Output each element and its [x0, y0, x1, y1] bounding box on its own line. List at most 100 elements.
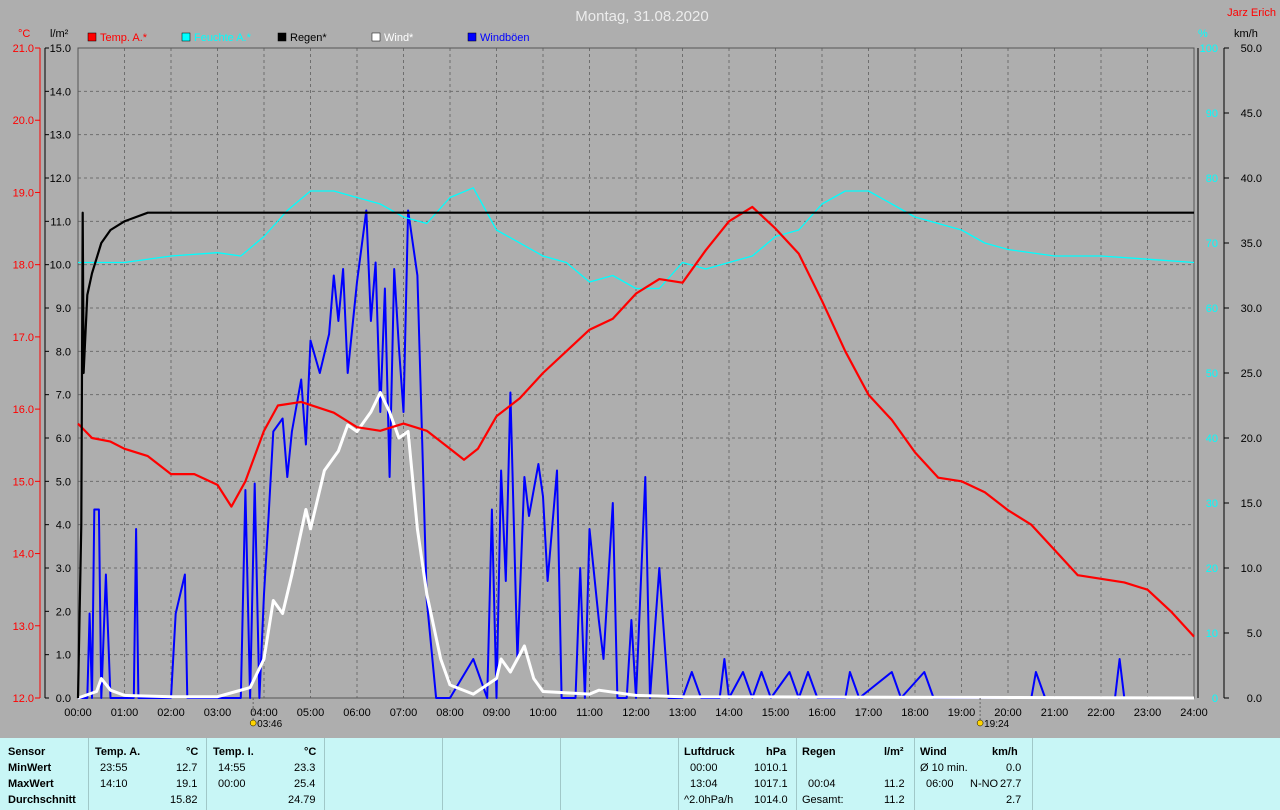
wind-tick-label: 45.0	[1241, 108, 1262, 120]
humidity-tick-label: 90	[1206, 108, 1218, 120]
rain-axis-unit: l/m²	[50, 28, 69, 40]
wind-tick-label: 20.0	[1241, 433, 1262, 445]
x-tick-label: 00:00	[64, 707, 92, 719]
rain-t2: 00:04	[808, 778, 836, 790]
x-tick-label: 16:00	[808, 707, 836, 719]
wind-axis-unit: km/h	[1234, 28, 1258, 40]
rain-v3: 11.2	[884, 794, 905, 806]
humidity-tick-label: 10	[1206, 628, 1218, 640]
x-tick-label: 20:00	[994, 707, 1022, 719]
pressure-v3: 1014.0	[754, 794, 788, 806]
x-tick-label: 14:00	[715, 707, 743, 719]
rain-tick-label: 2.0	[56, 606, 71, 618]
wind-tick-label: 40.0	[1241, 173, 1262, 185]
x-tick-label: 10:00	[529, 707, 557, 719]
wind-d2: N-NO	[970, 778, 999, 790]
humidity-tick-label: 80	[1206, 173, 1218, 185]
temp-tick-label: 17.0	[13, 332, 34, 344]
x-tick-label: 02:00	[157, 707, 185, 719]
stats-header-sensor: Sensor	[8, 746, 46, 758]
pressure-t1: 00:00	[690, 762, 718, 774]
temp-i-min: 23.3	[294, 762, 316, 774]
temp-a-header: Temp. A.	[95, 746, 141, 758]
temp-i-max-time: 00:00	[218, 778, 246, 790]
humidity-axis-unit: %	[1198, 28, 1208, 40]
temp-a-avg: 15.82	[170, 794, 198, 806]
temp-a-max: 19.1	[176, 778, 198, 790]
chart-title: Montag, 31.08.2020	[575, 8, 708, 25]
rain-tick-label: 1.0	[56, 650, 71, 662]
wind-v1: 0.0	[1006, 762, 1022, 774]
x-tick-label: 23:00	[1134, 707, 1162, 719]
x-tick-label: 22:00	[1087, 707, 1115, 719]
temp-tick-label: 13.0	[13, 621, 34, 633]
wind-v3: 2.7	[1006, 794, 1022, 806]
wind-l1: Ø 10 min.	[920, 762, 968, 774]
x-tick-label: 03:00	[204, 707, 232, 719]
rain-v2: 11.2	[884, 778, 905, 790]
sunset-time: 19:24	[984, 719, 1009, 730]
stats-panel: Sensor MinWert MaxWert Durchschnitt Temp…	[0, 738, 1280, 810]
rain-tick-label: 4.0	[56, 520, 71, 532]
temp-tick-label: 21.0	[13, 43, 34, 55]
temp-a-unit: °C	[186, 746, 199, 758]
x-tick-label: 04:00	[250, 707, 278, 719]
temp-tick-label: 19.0	[13, 187, 34, 199]
rain-tick-label: 0.0	[56, 693, 71, 705]
temp-tick-label: 15.0	[13, 476, 34, 488]
temp-tick-label: 20.0	[13, 115, 34, 127]
x-tick-label: 05:00	[297, 707, 325, 719]
x-tick-label: 08:00	[436, 707, 464, 719]
rain-t3: Gesamt:	[802, 794, 844, 806]
sunrise-icon	[249, 719, 257, 727]
rain-tick-label: 7.0	[56, 390, 71, 402]
temp-tick-label: 12.0	[13, 693, 34, 705]
temp-tick-label: 16.0	[13, 404, 34, 416]
rain-tick-label: 13.0	[50, 130, 71, 142]
humidity-tick-label: 70	[1206, 238, 1218, 250]
legend-swatch	[467, 32, 477, 42]
wind-tick-label: 0.0	[1247, 693, 1262, 705]
x-tick-label: 18:00	[901, 707, 929, 719]
humidity-tick-label: 60	[1206, 303, 1218, 315]
wind-unit: km/h	[992, 746, 1018, 758]
temp-a-min-time: 23:55	[100, 762, 128, 774]
wind-tick-label: 5.0	[1247, 628, 1262, 640]
temp-i-min-time: 14:55	[218, 762, 246, 774]
wind-header: Wind	[920, 746, 947, 758]
x-tick-label: 19:00	[948, 707, 976, 719]
humidity-tick-label: 40	[1206, 433, 1218, 445]
wind-tick-label: 25.0	[1241, 368, 1262, 380]
legend-label: Feuchte A.*	[194, 32, 252, 44]
stats-row-avg: Durchschnitt	[8, 794, 76, 806]
legend-label: Windböen	[480, 32, 530, 44]
x-tick-label: 01:00	[111, 707, 139, 719]
temp-i-max: 25.4	[294, 778, 316, 790]
rain-tick-label: 10.0	[50, 260, 71, 272]
stats-row-max: MaxWert	[8, 778, 54, 790]
rain-tick-label: 3.0	[56, 563, 71, 575]
legend-label: Regen*	[290, 32, 327, 44]
weather-chart: Montag, 31.08.2020 Jarz Erich °C l/m² % …	[0, 0, 1280, 738]
pressure-t2: 13:04	[690, 778, 718, 790]
x-tick-label: 11:00	[576, 707, 603, 719]
temp-a-min: 12.7	[176, 762, 198, 774]
pressure-v2: 1017.1	[754, 778, 788, 790]
pressure-header: Luftdruck	[684, 746, 735, 758]
humidity-tick-label: 0	[1212, 693, 1218, 705]
rain-tick-label: 11.0	[50, 216, 71, 228]
author-label: Jarz Erich	[1227, 7, 1276, 19]
temp-i-header: Temp. I.	[213, 746, 254, 758]
temp-tick-label: 18.0	[13, 260, 34, 272]
legend-swatch	[277, 32, 287, 42]
temp-a-max-time: 14:10	[100, 778, 128, 790]
humidity-tick-label: 20	[1206, 563, 1218, 575]
wind-tick-label: 30.0	[1241, 303, 1262, 315]
rain-tick-label: 6.0	[56, 433, 71, 445]
rain-tick-label: 5.0	[56, 476, 71, 488]
pressure-t3: ^2.0hPa/h	[684, 794, 734, 806]
x-tick-label: 15:00	[762, 707, 790, 719]
legend-swatch	[87, 32, 97, 42]
temp-tick-label: 14.0	[13, 549, 34, 561]
sunset-icon	[976, 719, 984, 727]
